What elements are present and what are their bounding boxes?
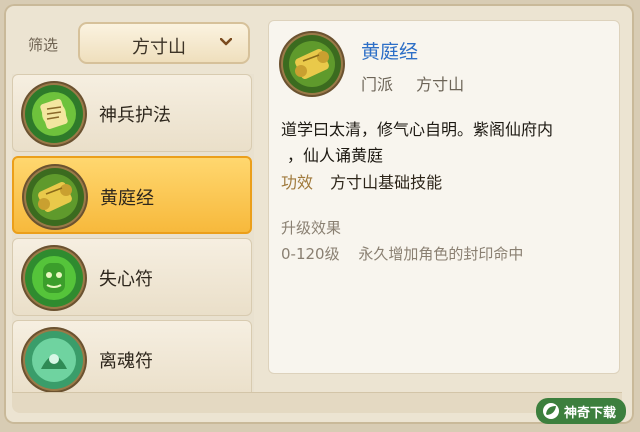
- watermark-text: 神奇下载: [563, 405, 616, 421]
- effect-label: 功效: [281, 173, 314, 192]
- upgrade-range: 0-120级: [281, 245, 340, 263]
- skill-description: 道学曰太清，修气心自明。紫阁仙府内 ，仙人诵黄庭: [281, 117, 611, 169]
- skill-item-shenbing-hufa[interactable]: 神兵护法: [12, 74, 252, 152]
- upgrade-title: 升级效果: [281, 219, 342, 237]
- skill-list[interactable]: 神兵护法 黄庭经 失心符 离魂符: [12, 74, 254, 402]
- skill-name: 神兵护法: [99, 105, 171, 126]
- skill-item-lihun-fu[interactable]: 离魂符: [12, 320, 252, 398]
- description-line: ，仙人诵黄庭: [287, 146, 384, 165]
- green-spirit-icon: [23, 247, 85, 309]
- chevron-down-icon: [220, 38, 232, 46]
- description-line: 道学曰太清，修气心自明。紫阁仙府内: [281, 120, 554, 139]
- bottom-bar: [12, 392, 622, 413]
- glowing-scroll-icon: [23, 83, 85, 145]
- golden-scroll-icon: [24, 166, 86, 228]
- effect-row: 功效 方寸山基础技能: [281, 169, 442, 193]
- sect-label: 门派: [361, 75, 394, 94]
- effect-value: 方寸山基础技能: [330, 173, 443, 192]
- sect-value: 方寸山: [416, 75, 465, 94]
- upgrade-line: 0-120级 永久增加角色的封印命中: [281, 243, 523, 264]
- skill-name: 黄庭经: [100, 188, 154, 209]
- skill-item-shixin-fu[interactable]: 失心符: [12, 238, 252, 316]
- sect-filter-dropdown[interactable]: 方寸山: [78, 22, 250, 64]
- skill-title: 黄庭经: [361, 41, 419, 63]
- watermark: 神奇下载: [535, 398, 626, 424]
- leaf-logo-icon: [542, 403, 559, 419]
- filter-label: 筛选: [28, 36, 59, 54]
- sect-filter-value: 方寸山: [132, 37, 186, 58]
- skill-detail-panel: 黄庭经 门派 方寸山 道学曰太清，修气心自明。紫阁仙府内 ，仙人诵黄庭 功效 方…: [268, 20, 620, 374]
- skill-item-huangting-jing[interactable]: 黄庭经: [12, 156, 252, 234]
- filter-bar: 筛选 方寸山: [12, 22, 252, 66]
- sect-row: 门派 方寸山: [361, 71, 464, 95]
- upgrade-effect: 永久增加角色的封印命中: [358, 245, 524, 263]
- skill-name: 失心符: [99, 269, 153, 290]
- skill-name: 离魂符: [99, 351, 153, 372]
- green-ghost-icon: [23, 329, 85, 391]
- golden-scroll-icon: [281, 33, 343, 95]
